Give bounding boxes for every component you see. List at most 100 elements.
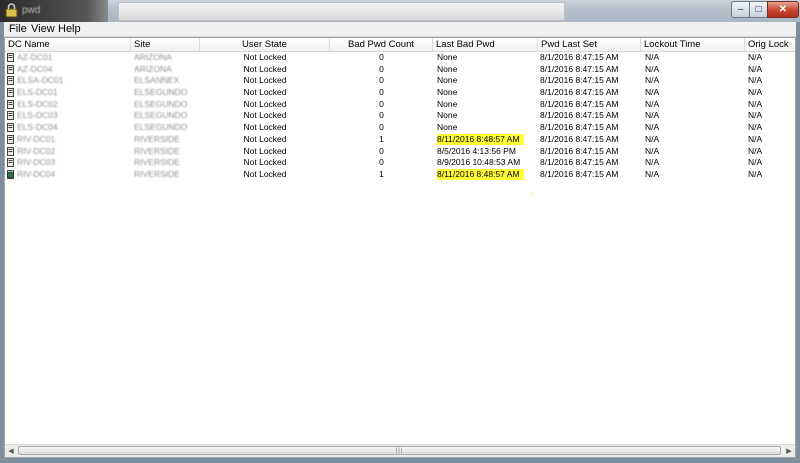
column-header-pwd-last-set[interactable]: Pwd Last Set: [538, 38, 641, 51]
cell-site: ARIZONA: [134, 64, 200, 76]
maximize-button[interactable]: □: [749, 1, 768, 18]
site-text: ARIZONA: [134, 52, 172, 62]
column-header-last-bad-pwd[interactable]: Last Bad Pwd: [433, 38, 538, 51]
column-header-lockout-time[interactable]: Lockout Time: [641, 38, 745, 51]
highlighted-last-bad-pwd: 8/11/2016 8:48:57 AM: [437, 168, 524, 180]
menu-file[interactable]: File: [9, 23, 27, 35]
table-row[interactable]: ELS-DC04 ELSEGUNDO Not Locked 0 None 8/1/2016…: [5, 122, 795, 134]
cell-orig-lock: N/A: [748, 157, 763, 168]
scrollbar-thumb[interactable]: |||: [18, 446, 781, 455]
column-header-orig-lock[interactable]: Orig Lock: [745, 38, 795, 51]
site-text: RIVERSIDE: [134, 133, 180, 144]
cell-bad-pwd-count: 1: [379, 133, 384, 144]
cell-bad-pwd-count: 0: [379, 52, 384, 62]
cell-pwd-last-set: 8/1/2016 8:47:15 AM: [540, 87, 619, 98]
cell-last-bad-pwd: None: [437, 52, 458, 62]
server-icon: [7, 123, 14, 133]
table-row[interactable]: ELS-DC01 ELSEGUNDO Not Locked 0 None 8/1/2016…: [5, 87, 795, 99]
dc-name-text: AZ-DC01: [17, 52, 53, 62]
dc-name-text: RIV-DC01: [17, 133, 56, 144]
column-header-site[interactable]: Site: [131, 38, 200, 51]
cell-dc-name: AZ-DC01: [17, 52, 131, 64]
cell-orig-lock: N/A: [748, 87, 763, 98]
padlock-icon[interactable]: [4, 3, 19, 18]
cell-pwd-last-set: 8/1/2016 8:47:15 AM: [540, 98, 619, 109]
cell-pwd-last-set: 8/1/2016 8:47:15 AM: [540, 133, 619, 144]
cell-orig-lock: N/A: [748, 122, 763, 133]
cell-user-state: Not Locked: [243, 168, 287, 179]
table-row[interactable]: RIV-DC01 RIVERSIDE Not Locked 1 8/11/2016 8:…: [5, 133, 795, 146]
column-header-dc-name[interactable]: DC Name: [5, 38, 131, 51]
server-icon: [7, 146, 14, 156]
cell-user-state: Not Locked: [243, 63, 287, 74]
cell-site: ELSEGUNDO: [134, 122, 200, 134]
cell-last-bad-pwd: None: [437, 75, 458, 86]
cell-bad-pwd-count: 0: [379, 98, 384, 109]
cell-bad-pwd-count: 0: [379, 63, 384, 74]
dc-name-text: RIV-DC03: [17, 157, 56, 168]
cell-last-bad-pwd: None: [437, 87, 458, 98]
cell-lockout-time: N/A: [645, 168, 660, 179]
stray-mark: [531, 193, 533, 194]
cell-last-bad-pwd: 8/11/2016 8:48:57 AM: [437, 168, 538, 181]
cell-lockout-time: N/A: [645, 75, 660, 86]
site-text: ARIZONA: [134, 63, 172, 74]
column-header-bad-pwd-count[interactable]: Bad Pwd Count: [330, 38, 433, 51]
server-icon: [7, 134, 14, 144]
cell-user-state: Not Locked: [243, 133, 287, 144]
table-row[interactable]: ELSA-DC01 ELSANNEX Not Locked 0 None 8/1/2016…: [5, 75, 795, 87]
menu-help[interactable]: Help: [58, 23, 81, 35]
cell-site: RIVERSIDE: [134, 146, 200, 158]
minimize-button[interactable]: –: [731, 1, 750, 18]
cell-last-bad-pwd: None: [437, 63, 458, 74]
column-header-user-state[interactable]: User State: [200, 38, 330, 51]
table-row[interactable]: ELS-DC02 ELSEGUNDO Not Locked 0 None 8/1/2016…: [5, 99, 795, 111]
server-icon: [7, 158, 14, 168]
cell-last-bad-pwd: 8/9/2016 10:48:53 AM: [437, 157, 521, 168]
cell-dc-name: RIV-DC03: [17, 157, 131, 169]
cell-orig-lock: N/A: [748, 168, 763, 179]
table-row[interactable]: AZ-DC01 ARIZONA Not Locked 0 None 8/1/2016 8:…: [5, 52, 795, 64]
cell-user-state: Not Locked: [243, 87, 287, 98]
cell-dc-name: RIV-DC01: [17, 134, 131, 146]
title-bar[interactable]: pwd – □ ✕: [0, 0, 800, 22]
close-button[interactable]: ✕: [767, 1, 799, 18]
dc-name-text: ELS-DC04: [17, 122, 58, 133]
cell-site: ELSANNEX: [134, 75, 200, 87]
cell-bad-pwd-count: 0: [379, 75, 384, 86]
cell-user-state: Not Locked: [243, 52, 287, 62]
site-text: ELSEGUNDO: [134, 122, 188, 133]
highlighted-last-bad-pwd: 8/11/2016 8:48:57 AM: [437, 133, 524, 145]
cell-dc-name: RIV-DC04: [17, 169, 131, 181]
results-list-view[interactable]: DC Name Site User State Bad Pwd Count La…: [4, 37, 796, 458]
scroll-left-icon[interactable]: ◀: [5, 445, 17, 457]
cell-orig-lock: N/A: [748, 110, 763, 121]
dc-name-text: AZ-DC04: [17, 63, 53, 74]
cell-lockout-time: N/A: [645, 87, 660, 98]
table-row[interactable]: RIV-DC04 RIVERSIDE Not Locked 1 8/11/2016 8:…: [5, 168, 795, 181]
cell-last-bad-pwd: None: [437, 122, 458, 133]
server-icon: [7, 64, 14, 74]
table-row[interactable]: RIV-DC03 RIVERSIDE Not Locked 0 8/9/2016 10:…: [5, 157, 795, 169]
cell-site: ELSEGUNDO: [134, 99, 200, 111]
results-rows: AZ-DC01 ARIZONA Not Locked 0 None 8/1/2016 8:…: [5, 52, 795, 181]
cell-pwd-last-set: 8/1/2016 8:47:15 AM: [540, 122, 619, 133]
dc-name-text: ELS-DC02: [17, 98, 58, 109]
cell-dc-name: ELS-DC01: [17, 87, 131, 99]
cell-lockout-time: N/A: [645, 52, 660, 62]
cell-user-state: Not Locked: [243, 98, 287, 109]
column-header-row: DC Name Site User State Bad Pwd Count La…: [5, 38, 795, 52]
minimize-icon: –: [737, 4, 744, 15]
table-row[interactable]: AZ-DC04 ARIZONA Not Locked 0 None 8/1/2016 8:…: [5, 64, 795, 76]
cell-dc-name: ELS-DC03: [17, 110, 131, 122]
close-icon: ✕: [778, 4, 788, 15]
scroll-right-icon[interactable]: ▶: [783, 445, 795, 457]
table-row[interactable]: RIV-DC02 RIVERSIDE Not Locked 0 8/5/2016 4:1…: [5, 146, 795, 158]
menu-view[interactable]: View: [31, 23, 55, 35]
horizontal-scrollbar[interactable]: ◀ ||| ▶: [5, 444, 795, 457]
cell-user-state: Not Locked: [243, 75, 287, 86]
cell-lockout-time: N/A: [645, 63, 660, 74]
server-icon: [7, 169, 14, 179]
cell-user-state: Not Locked: [243, 122, 287, 133]
table-row[interactable]: ELS-DC03 ELSEGUNDO Not Locked 0 None 8/1/2016…: [5, 110, 795, 122]
